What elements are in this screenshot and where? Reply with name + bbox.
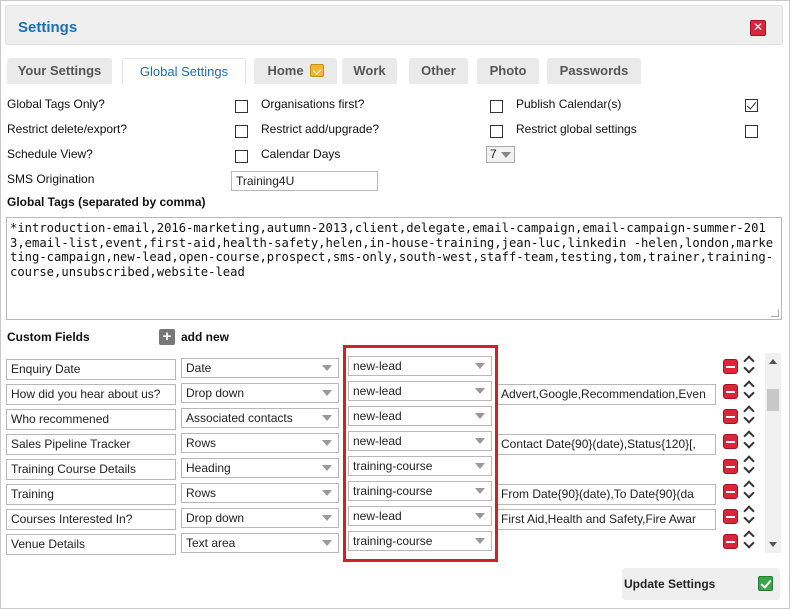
field-name-input[interactable]: Training Course Details <box>6 459 176 480</box>
restrict-add-upgrade-checkbox[interactable] <box>490 125 503 138</box>
tab-other[interactable]: Other <box>409 58 468 84</box>
chevron-down-icon <box>322 440 332 446</box>
tab-your-settings[interactable]: Your Settings <box>7 58 112 84</box>
custom-fields-label: Custom Fields <box>7 330 90 344</box>
update-settings-label: Update Settings <box>624 577 716 591</box>
schedule-view-checkbox[interactable] <box>235 150 248 163</box>
field-name-input[interactable]: How did you hear about us? <box>6 384 176 405</box>
title-bar: Settings ✕ <box>5 5 783 45</box>
reorder-arrows-icon[interactable] <box>743 380 757 401</box>
tab-home[interactable]: Home <box>254 58 337 84</box>
schedule-view-label: Schedule View? <box>7 147 93 161</box>
chevron-down-icon <box>322 365 332 371</box>
chevron-down-icon <box>322 390 332 396</box>
field-name-input[interactable]: Sales Pipeline Tracker <box>6 434 176 455</box>
reorder-arrows-icon[interactable] <box>743 530 757 551</box>
close-icon[interactable]: ✕ <box>750 20 766 36</box>
fields-scrollbar[interactable] <box>765 353 781 553</box>
field-type-select[interactable]: Rows <box>181 433 339 453</box>
sms-origination-input[interactable]: Training4U <box>231 171 378 191</box>
add-new-link[interactable]: add new <box>181 330 229 344</box>
delete-field-icon[interactable] <box>723 434 738 449</box>
add-icon[interactable]: + <box>159 329 175 345</box>
tab-photo[interactable]: Photo <box>477 58 539 84</box>
field-type-select[interactable]: Drop down <box>181 508 339 528</box>
field-type-select[interactable]: Heading <box>181 458 339 478</box>
field-options-input[interactable]: Advert,Google,Recommendation,Even <box>497 384 716 405</box>
chevron-down-icon <box>322 515 332 521</box>
global-tags-only-checkbox[interactable] <box>235 100 248 113</box>
chevron-down-icon <box>322 415 332 421</box>
organisations-first-checkbox[interactable] <box>490 100 503 113</box>
field-options-input[interactable]: First Aid,Health and Safety,Fire Awar <box>497 509 716 530</box>
edit-badge-icon <box>309 64 324 77</box>
field-type-select[interactable]: Date <box>181 358 339 378</box>
chevron-down-icon <box>322 490 332 496</box>
restrict-delete-export-label: Restrict delete/export? <box>7 122 128 136</box>
reorder-arrows-icon[interactable] <box>743 405 757 426</box>
sms-origination-label: SMS Origination <box>7 172 95 186</box>
delete-field-icon[interactable] <box>723 509 738 524</box>
field-options-input[interactable]: Contact Date{90}(date),Status{120}[, <box>497 434 716 455</box>
publish-calendar-label: Publish Calendar(s) <box>516 97 622 111</box>
publish-calendar-checkbox[interactable] <box>745 99 758 112</box>
restrict-add-upgrade-label: Restrict add/upgrade? <box>261 122 380 136</box>
tab-passwords[interactable]: Passwords <box>547 58 641 84</box>
resize-grip-icon[interactable] <box>771 309 779 317</box>
field-name-input[interactable]: Venue Details <box>6 534 176 555</box>
dialog-title: Settings <box>18 19 78 36</box>
reorder-arrows-icon[interactable] <box>743 505 757 526</box>
tab-work[interactable]: Work <box>342 58 397 84</box>
delete-field-icon[interactable] <box>723 384 738 399</box>
tag-column-highlight <box>343 345 498 562</box>
reorder-arrows-icon[interactable] <box>743 480 757 501</box>
field-type-select[interactable]: Drop down <box>181 383 339 403</box>
chevron-down-icon <box>322 540 332 546</box>
field-type-select[interactable]: Rows <box>181 483 339 503</box>
scroll-thumb[interactable] <box>767 389 779 411</box>
organisations-first-label: Organisations first? <box>261 97 365 111</box>
restrict-global-settings-checkbox[interactable] <box>745 125 758 138</box>
chevron-down-icon <box>501 152 511 158</box>
tab-global-settings[interactable]: Global Settings <box>122 58 246 84</box>
reorder-arrows-icon[interactable] <box>743 455 757 476</box>
global-tags-textarea[interactable]: *introduction-email,2016-marketing,autum… <box>6 217 782 320</box>
field-name-input[interactable]: Enquiry Date <box>6 359 176 380</box>
scroll-up-icon[interactable] <box>769 359 777 364</box>
reorder-arrows-icon[interactable] <box>743 430 757 451</box>
checkmark-icon <box>758 576 773 591</box>
calendar-days-label: Calendar Days <box>261 147 341 161</box>
global-tags-label: Global Tags (separated by comma) <box>7 195 206 209</box>
scroll-down-icon[interactable] <box>769 542 777 547</box>
update-settings-button[interactable]: Update Settings <box>622 568 780 600</box>
global-tags-only-label: Global Tags Only? <box>7 97 105 111</box>
field-type-select[interactable]: Text area <box>181 533 339 553</box>
field-name-input[interactable]: Courses Interested In? <box>6 509 176 530</box>
delete-field-icon[interactable] <box>723 409 738 424</box>
reorder-arrows-icon[interactable] <box>743 355 757 376</box>
delete-field-icon[interactable] <box>723 359 738 374</box>
chevron-down-icon <box>322 465 332 471</box>
restrict-global-settings-label: Restrict global settings <box>516 122 637 136</box>
field-type-select[interactable]: Associated contacts <box>181 408 339 428</box>
delete-field-icon[interactable] <box>723 484 738 499</box>
field-name-input[interactable]: Training <box>6 484 176 505</box>
delete-field-icon[interactable] <box>723 459 738 474</box>
restrict-delete-export-checkbox[interactable] <box>235 125 248 138</box>
field-name-input[interactable]: Who recommened <box>6 409 176 430</box>
field-options-input[interactable]: From Date{90}(date),To Date{90}(da <box>497 484 716 505</box>
settings-dialog: Settings ✕ Your Settings Global Settings… <box>0 0 790 609</box>
delete-field-icon[interactable] <box>723 534 738 549</box>
calendar-days-select[interactable]: 7 <box>486 146 515 163</box>
